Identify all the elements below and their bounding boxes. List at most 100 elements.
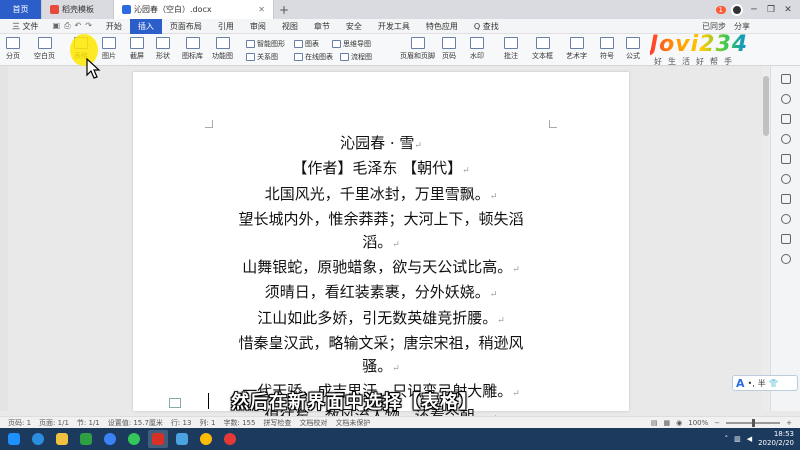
tab-document[interactable]: 沁园春（空白）.docx ✕ [114,0,274,19]
ribbon-comment[interactable]: 批注 [504,37,518,61]
scroll-thumb[interactable] [763,76,769,136]
menu-start[interactable]: 开始 [98,19,130,34]
status-doc-check[interactable]: 文档校对 [299,418,327,428]
vertical-scrollbar[interactable] [762,66,770,411]
ribbon-relation-chart[interactable]: 关系图 [246,52,278,62]
share-button[interactable]: 分享 [734,21,750,32]
menu-chapter[interactable]: 章节 [306,19,338,34]
zoom-in-icon[interactable]: + [786,419,792,427]
taskbar-wps[interactable] [148,430,168,448]
print-icon[interactable]: ⎙ [64,21,70,31]
ribbon-word-art-label: 艺术字 [566,52,587,60]
sync-status[interactable]: 已同步 [702,21,726,32]
ribbon-online-chart[interactable]: 在线图表 [294,52,333,62]
menu-insert[interactable]: 插入 [129,18,162,34]
menu-references[interactable]: 引用 [210,19,242,34]
taskbar-cloud[interactable] [100,430,120,448]
ribbon-flowchart[interactable]: 流程图 [340,52,372,62]
view-page-icon[interactable]: ▤ [651,419,658,427]
close-tab-icon[interactable]: ✕ [258,5,265,14]
status-spell-check[interactable]: 拼写检查 [263,418,291,428]
ribbon-page-break[interactable]: 分页 [6,37,20,61]
ribbon-header-footer[interactable]: 页眉和页脚 [400,37,435,61]
volume-icon[interactable]: ◀ [747,435,752,443]
file-menu[interactable]: 三 文件 [4,19,47,34]
taskbar-photos[interactable] [172,430,192,448]
menu-view[interactable]: 视图 [274,19,306,34]
ribbon-formula[interactable]: 公式 [626,37,640,61]
task-pane-icon[interactable] [780,74,791,84]
zoom-out-icon[interactable]: − [714,419,720,427]
translate-icon[interactable] [780,194,791,204]
notification-badge[interactable]: 1 [715,5,726,14]
ribbon-function-chart[interactable]: 功能图 [212,37,233,61]
screenshot-icon [130,37,144,49]
input-method-widget[interactable]: A •, 半 👕 [732,375,798,391]
zoom-slider[interactable] [726,418,781,427]
style-icon[interactable] [780,134,791,144]
ime-punctuation-icon[interactable]: •, [748,379,755,388]
menu-security[interactable]: 安全 [338,19,370,34]
ribbon-shape[interactable]: 形状 [156,37,170,61]
menu-search[interactable]: Q 查找 [466,19,507,34]
ribbon-screenshot[interactable]: 截屏 [130,37,144,61]
restore-icon[interactable]: ❐ [765,5,777,15]
start-button[interactable] [4,430,24,448]
format-icon[interactable] [780,94,791,104]
ribbon-smart-art[interactable]: 智能图形 [246,39,285,49]
timer-icon[interactable] [780,174,791,184]
clock[interactable]: 18:53 2020/2/20 [758,430,794,448]
status-word-count[interactable]: 字数: 155 [223,418,255,428]
menu-review[interactable]: 审阅 [242,19,274,34]
ribbon-mind-map[interactable]: 思维导图 [332,39,371,49]
zoom-slider-thumb[interactable] [752,418,756,427]
taskbar-recorder[interactable] [220,430,240,448]
taskbar-store[interactable] [76,430,96,448]
taskbar-browser[interactable] [124,430,144,448]
ribbon-blank-page[interactable]: 空白页 [34,37,55,61]
jovi-logo: Jovi234 好生活好帮手 [650,34,780,67]
menu-special-apps[interactable]: 特色应用 [418,19,466,34]
ribbon-page-number[interactable]: 页码 [442,37,456,61]
menu-right: 已同步 分享 [702,21,800,32]
layout-icon[interactable] [780,234,791,244]
ribbon-picture[interactable]: 图片 [102,37,116,61]
close-window-icon[interactable]: ✕ [782,5,794,15]
ribbon-symbol[interactable]: 符号 [600,37,614,61]
ribbon-word-art[interactable]: 艺术字 [566,37,587,61]
taskbar-chrome[interactable] [196,430,216,448]
menu-developer[interactable]: 开发工具 [370,19,418,34]
page-layout-icon[interactable] [169,398,181,408]
view-web-icon[interactable]: ▦ [664,419,671,427]
ribbon-formula-label: 公式 [626,52,640,60]
select-icon[interactable] [780,114,791,124]
ribbon-text-box[interactable]: 文本框 [532,37,553,61]
ribbon-watermark[interactable]: 水印 [470,37,484,61]
check-icon[interactable] [780,214,791,224]
document-body[interactable]: 沁园春 · 雪↵ 【作者】毛泽东 【朝代】↵ 北国风光，千里冰封，万里雪飘。↵ … [203,132,559,431]
redo-icon[interactable]: ↷ [85,21,92,31]
ribbon-icon-library[interactable]: 图标库 [182,37,203,61]
tray-arrow-icon[interactable]: ˄ [725,435,729,443]
tab-docer-templates[interactable]: 稻壳模板 [42,0,114,19]
ribbon-blank-page-label: 空白页 [34,52,55,60]
new-tab-button[interactable]: + [274,0,294,19]
ribbon-chart[interactable]: 图表 [294,39,319,49]
menu-page-layout[interactable]: 页面布局 [162,19,210,34]
tab-home[interactable]: 首页 [0,0,42,19]
eye-protection-icon[interactable]: ◉ [676,419,682,427]
ime-skin-icon[interactable]: 👕 [769,379,779,388]
save-icon[interactable]: ▣ [53,21,61,31]
zoom-level[interactable]: 100% [688,419,708,427]
avatar[interactable] [731,3,743,16]
status-protection[interactable]: 文档未保护 [335,418,370,428]
network-icon[interactable]: ▥ [734,435,741,443]
minimize-icon[interactable]: ─ [748,5,760,15]
undo-icon[interactable]: ↶ [75,21,82,31]
taskbar-ie[interactable] [28,430,48,448]
ime-width-mode[interactable]: 半 [758,378,766,389]
help-icon[interactable] [780,254,791,264]
document-page[interactable]: 沁园春 · 雪↵ 【作者】毛泽东 【朝代】↵ 北国风光，千里冰封，万里雪飘。↵ … [133,72,629,425]
crop-icon[interactable] [780,154,791,164]
taskbar-explorer[interactable] [52,430,72,448]
